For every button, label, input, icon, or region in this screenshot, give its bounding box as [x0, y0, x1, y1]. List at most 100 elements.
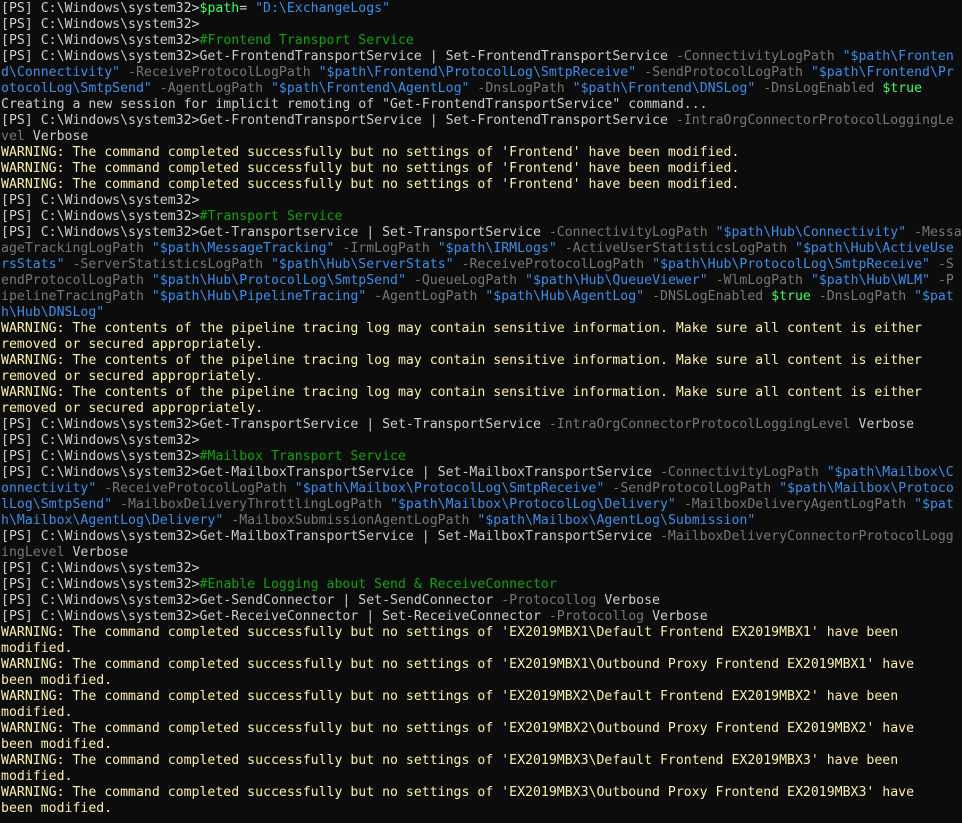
console-text: Verbose: [858, 417, 915, 432]
string-token: lLog\SmtpSend": [1, 497, 121, 512]
string-token: "$path\Hub\QueueViewer": [525, 273, 716, 288]
console-text: [PS] C:\Windows\system32>Get-FrontendTra…: [1, 49, 676, 64]
console-line: otocolLog\SmtpSend" -AgentLogPath "$path…: [1, 81, 962, 97]
console-line: removed or secured appropriately.: [1, 337, 962, 353]
parameter-token: vel: [1, 129, 33, 144]
string-token: "$path\MessageTracking": [151, 241, 343, 256]
console-line: endProtocolLogPath "$path\Hub\ProtocolLo…: [1, 273, 962, 289]
console-line: [PS] C:\Windows\system32>$path= "D:\Exch…: [1, 1, 962, 17]
parameter-token: -IntraOrgConnectorProtocolLoggingLe: [675, 113, 954, 128]
warning-text: removed or secured appropriately.: [1, 337, 264, 352]
parameter-token: -MailboxDeliveryConnectorProtocolLogg: [659, 529, 954, 544]
warning-text: WARNING: The command completed successfu…: [1, 177, 740, 192]
string-token: d\Connectivity": [1, 65, 129, 80]
warning-text: WARNING: The contents of the pipeline tr…: [1, 385, 922, 400]
parameter-token: -MailboxSubmissionAgentLogPath: [231, 513, 478, 528]
parameter-token: -MailboxDeliveryAgentLogPath: [683, 497, 915, 512]
parameter-token: ageTrackingLogPath: [1, 241, 152, 256]
console-line: modified.: [1, 641, 962, 657]
string-token: "$path\IRMLogs": [437, 241, 565, 256]
parameter-token: -IntraOrgConnectorProtocolLoggingLevel: [548, 417, 859, 432]
console-line: vel Verbose: [1, 129, 962, 145]
warning-text: WARNING: The command completed successfu…: [1, 145, 740, 160]
parameter-token: endProtocolLogPath: [1, 273, 152, 288]
parameter-token: -SendProtocolLogPath: [644, 65, 811, 80]
console-line: [PS] C:\Windows\system32>#Mailbox Transp…: [1, 449, 962, 465]
console-line: modified.: [1, 769, 962, 785]
console-line: modified.: [1, 705, 962, 721]
console-text: Creating a new session for implicit remo…: [1, 97, 708, 112]
parameter-token: -Messa: [914, 225, 962, 240]
console-text: [PS] C:\Windows\system32>: [1, 561, 200, 576]
console-text: [PS] C:\Windows\system32>: [1, 1, 200, 16]
parameter-token: -Protocollog: [548, 609, 653, 624]
warning-text: been modified.: [1, 737, 113, 752]
warning-text: WARNING: The command completed successfu…: [1, 657, 915, 672]
string-token: "$path\Hub\AgentLog": [485, 289, 653, 304]
console-text: [PS] C:\Windows\system32>Get-SendConnect…: [1, 593, 502, 608]
console-text: [PS] C:\Windows\system32>: [1, 17, 200, 32]
string-token: "$path\Frontend\AgentLog": [270, 81, 478, 96]
parameter-token: -WlmLogPath: [715, 273, 811, 288]
warning-text: WARNING: The command completed successfu…: [1, 785, 915, 800]
parameter-token: ipelineTracingPath: [1, 289, 152, 304]
string-token: rsStats": [1, 257, 73, 272]
parameter-token: -ConnectivityLogPath: [548, 225, 716, 240]
string-token: "$path\Frontend\DNSLog": [572, 81, 764, 96]
comment-token: #Mailbox Transport Service: [199, 449, 406, 464]
console-text: =: [239, 1, 256, 16]
variable-token: $path: [199, 1, 240, 16]
string-token: h\Hub\DNSLog": [1, 305, 105, 320]
console-line: removed or secured appropriately.: [1, 369, 962, 385]
console-line: [PS] C:\Windows\system32>Get-MailboxTran…: [1, 529, 962, 545]
string-token: "D:\ExchangeLogs": [255, 1, 391, 16]
warning-text: WARNING: The command completed successfu…: [1, 689, 899, 704]
console-line: [PS] C:\Windows\system32>#Enable Logging…: [1, 577, 962, 593]
string-token: "$path\Mailbox\AgentLog\Submission": [477, 513, 756, 528]
parameter-token: -SendProtocolLogPath: [612, 481, 780, 496]
parameter-token: -ServerStatisticsLogPath: [72, 257, 271, 272]
console-line: [PS] C:\Windows\system32>: [1, 561, 962, 577]
parameter-token: -DnsLogEnabled: [763, 81, 883, 96]
warning-text: WARNING: The command completed successfu…: [1, 753, 899, 768]
parameter-token: -ConnectivityLogPath: [659, 465, 827, 480]
parameter-token: -ReceiveProtocolLogPath: [104, 481, 295, 496]
console-text: [PS] C:\Windows\system32>: [1, 577, 200, 592]
warning-text: been modified.: [1, 673, 113, 688]
parameter-token: -DnsLogPath: [477, 81, 573, 96]
console-line: [PS] C:\Windows\system32>Get-FrontendTra…: [1, 49, 962, 65]
console-line: [PS] C:\Windows\system32>Get-SendConnect…: [1, 593, 962, 609]
console-text: [PS] C:\Windows\system32>: [1, 433, 200, 448]
console-line: [PS] C:\Windows\system32>#Frontend Trans…: [1, 33, 962, 49]
warning-text: modified.: [1, 705, 73, 720]
parameter-token: -ReceiveProtocolLogPath: [128, 65, 319, 80]
console-line: WARNING: The command completed successfu…: [1, 161, 962, 177]
console-text: Verbose: [72, 545, 129, 560]
console-line: [PS] C:\Windows\system32>: [1, 433, 962, 449]
console-line: removed or secured appropriately.: [1, 401, 962, 417]
parameter-token: -ActiveUserStatisticsLogPath: [564, 241, 795, 256]
comment-token: #Enable Logging about Send & ReceiveConn…: [199, 577, 557, 592]
parameter-token: -AgentLogPath: [159, 81, 271, 96]
parameter-token: -DNSLogEnabled: [652, 289, 772, 304]
parameter-token: -ConnectivityLogPath: [675, 49, 843, 64]
string-token: otocolLog\SmtpSend": [1, 81, 160, 96]
warning-text: WARNING: The command completed successfu…: [1, 625, 899, 640]
console-line: been modified.: [1, 737, 962, 753]
console-line: been modified.: [1, 673, 962, 689]
console-line: d\Connectivity" -ReceiveProtocolLogPath …: [1, 65, 962, 81]
powershell-console-output[interactable]: [PS] C:\Windows\system32>$path= "D:\Exch…: [0, 0, 962, 823]
console-text: [PS] C:\Windows\system32>Get-Transportse…: [1, 225, 549, 240]
string-token: "$path\Hub\ProtocolLog\SmtpSend": [151, 273, 414, 288]
warning-text: WARNING: The contents of the pipeline tr…: [1, 353, 922, 368]
console-line: WARNING: The command completed successfu…: [1, 721, 962, 737]
string-token: "$pat: [914, 497, 954, 512]
string-token: "$path\Hub\ProtocolLog\SmtpReceive": [652, 257, 938, 272]
console-text: [PS] C:\Windows\system32>Get-MailboxTran…: [1, 465, 660, 480]
parameter-token: -ReceiveProtocolLogPath: [461, 257, 653, 272]
string-token: "$path\Hub\WLM": [810, 273, 938, 288]
console-line: [PS] C:\Windows\system32>#Transport Serv…: [1, 209, 962, 225]
console-line: Creating a new session for implicit remo…: [1, 97, 962, 113]
string-token: "$path\Mailbox\ProtocolLog\Delivery": [390, 497, 684, 512]
console-text: Verbose: [652, 609, 708, 624]
